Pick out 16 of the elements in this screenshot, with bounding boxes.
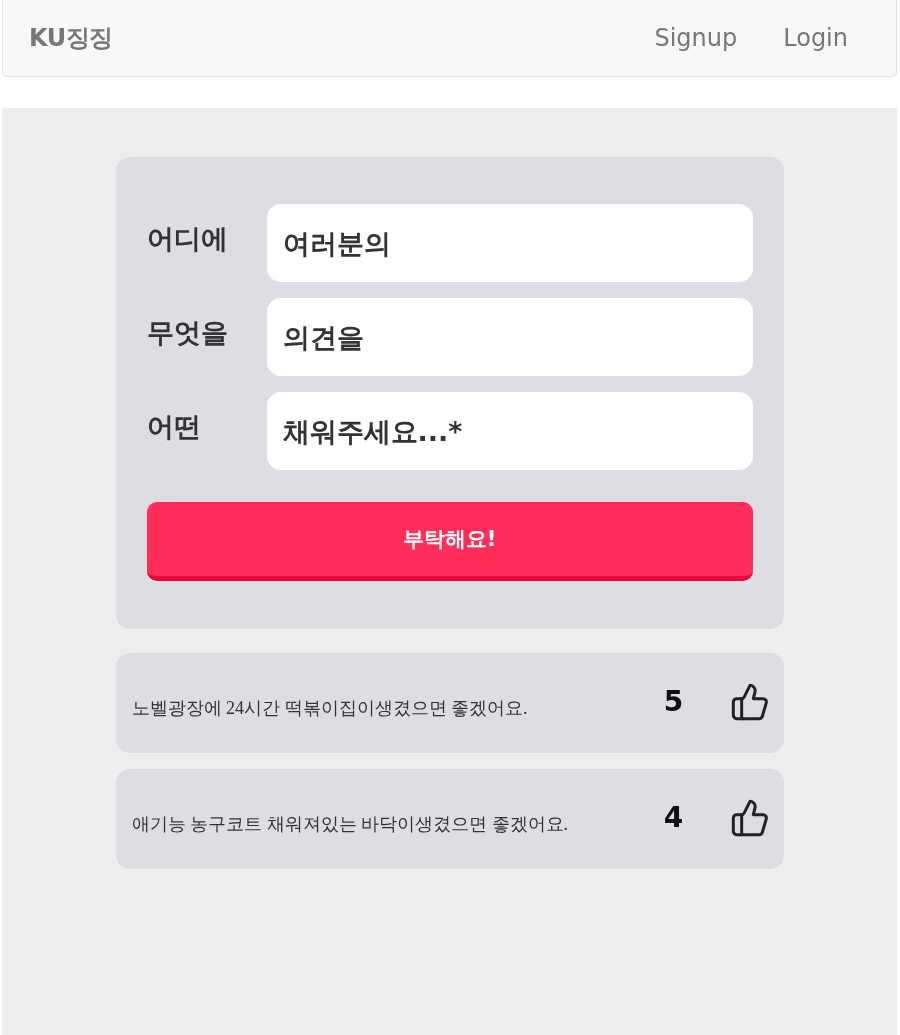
- field-label: 어떤: [146, 410, 202, 444]
- nav-link[interactable]: Signup: [640, 24, 752, 52]
- input-field[interactable]: 의견을: [266, 298, 753, 376]
- brand-link[interactable]: KU징징: [29, 22, 113, 54]
- field-label: 무엇을: [146, 316, 229, 350]
- post-text: 노벨광장에 24시간 떡볶이집이생겼으면 좋겠어요.: [131, 697, 529, 720]
- input-field[interactable]: 채워주세요...*: [266, 392, 753, 470]
- like-count: 4: [662, 800, 685, 834]
- thumbs-up-icon[interactable]: [729, 798, 770, 838]
- post-text: 애기능 농구코트 채워져있는 바닥이생겼으면 좋겠어요.: [131, 813, 569, 836]
- input-field[interactable]: 여러분의: [266, 204, 753, 282]
- like-count: 5: [662, 684, 685, 718]
- thumbs-up-icon[interactable]: [729, 682, 770, 722]
- nav-link[interactable]: Login: [769, 24, 862, 52]
- field-label: 어디에: [146, 222, 229, 256]
- submit-button[interactable]: 부탁해요!: [146, 502, 753, 581]
